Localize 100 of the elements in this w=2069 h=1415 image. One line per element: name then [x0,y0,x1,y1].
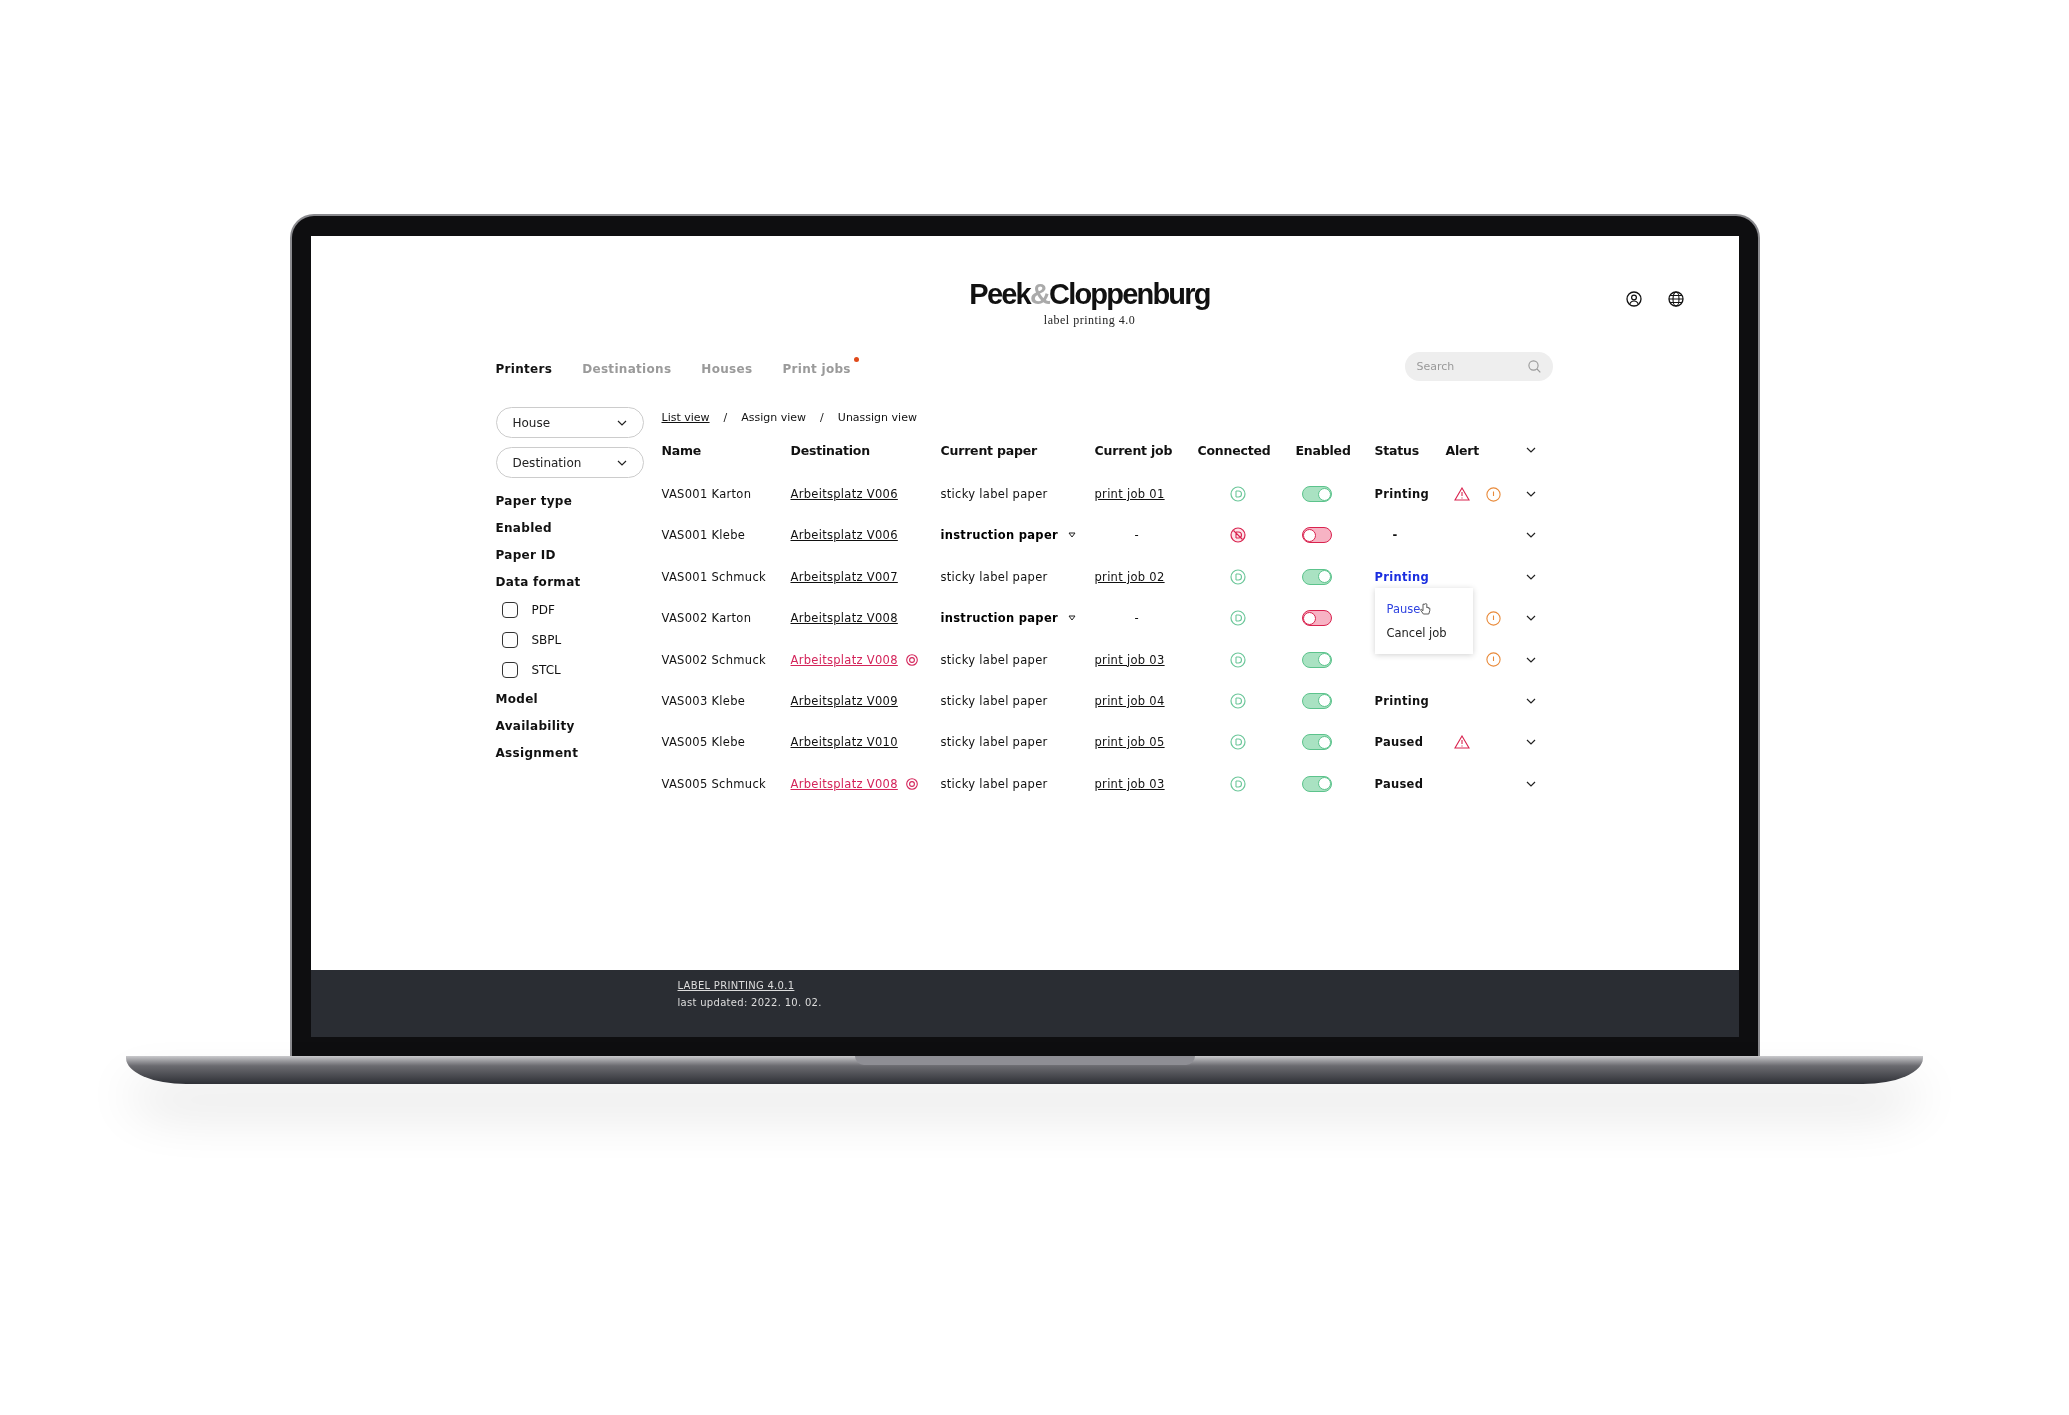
job-link[interactable]: print job 01 [1094,487,1165,502]
job-link[interactable]: print job 03 [1094,652,1165,667]
expand-row-icon[interactable] [1525,656,1536,663]
search-field[interactable]: Search [1404,352,1553,382]
destination-link[interactable]: Arbeitsplatz V007 [790,569,898,584]
filter-label[interactable]: Availability [495,718,575,733]
paper-name: sticky label paper [940,652,1048,667]
target-icon [905,653,918,666]
status-text[interactable]: Printing [1374,694,1429,708]
column-header: Alert [1445,442,1480,458]
column-header: Current job [1094,442,1173,458]
column-header: Destination [790,442,870,458]
destination-link[interactable]: Arbeitsplatz V006 [790,528,898,543]
column-header: Status [1374,442,1420,458]
paper-name: sticky label paper [940,569,1048,584]
filter-label[interactable]: Model [495,691,539,706]
target-icon [905,777,918,790]
expand-row-icon[interactable] [1525,491,1536,498]
checkbox-label[interactable]: SBPL [531,633,562,648]
empty-value: - [1133,528,1139,543]
user-icon[interactable] [1625,291,1642,307]
toggle-switch[interactable] [1301,693,1332,709]
status-text[interactable]: Paused [1374,735,1424,750]
paper-dropdown[interactable]: instruction paper [940,611,1076,626]
checkbox-label[interactable]: PDF [531,603,555,618]
caret-icon [1068,615,1076,622]
expand-row-icon[interactable] [1525,780,1536,787]
checkbox[interactable] [501,602,518,619]
job-link[interactable]: print job 03 [1094,776,1165,791]
printer-name: VAS003 Klebe [661,694,746,708]
chevron-down-icon[interactable] [616,459,627,466]
toggle-switch[interactable] [1301,734,1332,751]
filter-label[interactable]: Data format [495,574,581,589]
globe-icon[interactable] [1667,291,1684,307]
filter-dropdown[interactable]: Destination [495,447,644,479]
expand-row-icon[interactable] [1525,698,1536,704]
filter-label[interactable]: Enabled [495,520,552,535]
expand-row-icon[interactable] [1525,615,1536,622]
status-text[interactable]: Printing [1374,487,1429,502]
printer-name: VAS001 Karton [661,487,752,502]
info-icon [1485,610,1501,626]
toggle-switch[interactable] [1301,568,1332,585]
caret-icon [1068,532,1076,539]
column-header: Name [661,442,702,458]
logo-text: Peek [969,278,1030,310]
logo-subtitle: label printing 4.0 [1043,313,1136,329]
status-text[interactable]: Paused [1374,776,1424,791]
view-link[interactable]: List view [661,410,710,424]
filter-label[interactable]: Paper ID [495,547,556,562]
destination-link[interactable]: Arbeitsplatz V010 [790,735,898,750]
expand-row-icon[interactable] [1525,739,1536,746]
filter-dropdown[interactable]: House [495,407,644,439]
menu-item[interactable]: Cancel job [1374,626,1473,641]
column-header: Enabled [1295,442,1351,458]
destination-link[interactable]: Arbeitsplatz V006 [790,487,898,502]
logo-text: Cloppenburg [1049,278,1210,310]
destination-link[interactable]: Arbeitsplatz V008 [790,611,898,626]
job-link[interactable]: print job 05 [1094,735,1165,750]
last-updated-text: last updated: 2022. 10. 02. [677,997,823,1008]
paper-name: sticky label paper [940,776,1048,791]
checkbox[interactable] [501,632,518,649]
expand-row-icon[interactable] [1525,573,1536,580]
nav-tab[interactable]: Printers [495,357,561,377]
expand-row-icon[interactable] [1525,532,1536,539]
checkbox-label[interactable]: STCL [531,663,561,678]
job-link[interactable]: print job 02 [1094,569,1165,584]
view-link[interactable]: Assign view [741,410,807,424]
toggle-switch[interactable] [1301,610,1332,627]
chevron-down-icon[interactable] [616,419,627,426]
hand-cursor-icon [1420,603,1432,616]
filter-label[interactable]: Assignment [495,745,579,760]
toggle-switch[interactable] [1301,775,1332,792]
filter-label[interactable]: Paper type [495,493,573,508]
destination-link[interactable]: Arbeitsplatz V009 [790,694,898,708]
menu-item[interactable]: Pause [1374,602,1473,617]
toggle-switch[interactable] [1301,527,1332,544]
printer-name: VAS001 Klebe [661,528,746,543]
job-link[interactable]: print job 04 [1094,694,1165,708]
printer-name: VAS005 Klebe [661,735,746,750]
warning-icon [1453,735,1470,750]
status-text[interactable]: - [1374,528,1398,543]
printer-name: VAS005 Schmuck [661,776,766,791]
empty-value: - [1133,611,1139,626]
status-text[interactable]: Printing [1374,569,1429,584]
footer-link[interactable]: LABEL PRINTING 4.0.1 [677,980,795,991]
view-link[interactable]: Unassign view [837,410,917,424]
printer-name: VAS002 Schmuck [661,652,766,667]
info-icon [1485,652,1501,668]
toggle-switch[interactable] [1301,486,1332,503]
paper-name: sticky label paper [940,694,1048,708]
info-icon [1485,486,1501,502]
breadcrumb-separator: / [820,410,824,424]
paper-dropdown[interactable]: instruction paper [940,528,1076,543]
breadcrumb-separator: / [723,410,728,424]
destination-link[interactable]: Arbeitsplatz V008 [790,652,898,667]
expand-all-icon[interactable] [1525,447,1536,454]
checkbox[interactable] [501,662,518,679]
column-header: Connected [1197,442,1271,458]
destination-link[interactable]: Arbeitsplatz V008 [790,776,898,791]
toggle-switch[interactable] [1301,651,1332,668]
